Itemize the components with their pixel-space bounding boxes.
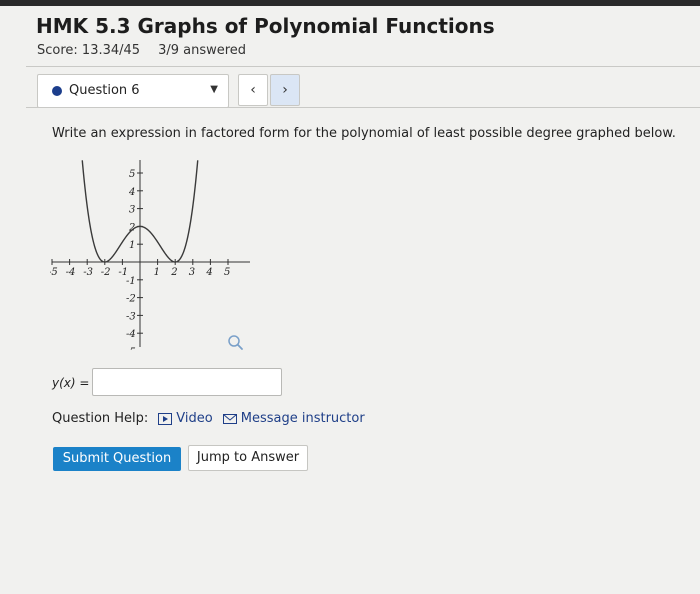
top-bar (0, 0, 700, 6)
divider (26, 66, 700, 67)
video-link-label: Video (176, 411, 213, 426)
divider (26, 107, 700, 108)
question-selector-label: Question 6 (69, 83, 140, 98)
submit-question-button[interactable]: Submit Question (53, 447, 181, 471)
y-tick-label: -1 (126, 276, 136, 287)
message-instructor-label: Message instructor (240, 411, 365, 426)
x-tick-label: -2 (101, 267, 111, 278)
score-line: Score: 13.34/45 3/9 answered (37, 43, 246, 58)
envelope-icon (222, 413, 237, 424)
page-title: HMK 5.3 Graphs of Polynomial Functions (36, 14, 495, 38)
question-help-label: Question Help: (52, 411, 149, 426)
score-text: Score: 13.34/45 (37, 43, 141, 58)
previous-question-button[interactable]: ‹ (238, 74, 268, 106)
x-tick-label: -5 (50, 267, 58, 278)
chevron-left-icon: ‹ (250, 82, 256, 98)
y-tick-label: -3 (126, 311, 136, 322)
x-tick-label: -3 (83, 267, 93, 278)
answered-count: 3/9 answered (158, 43, 247, 58)
question-text: Write an expression in factored form for… (52, 126, 676, 141)
question-status-dot (52, 86, 62, 96)
answer-input[interactable] (92, 368, 282, 396)
x-tick-label: 5 (224, 267, 230, 278)
chevron-right-icon: › (282, 82, 288, 98)
next-question-button[interactable]: › (270, 74, 300, 106)
polynomial-graph: -5-4-3-2-112345 54321-1-2-3-4-5 (50, 160, 250, 350)
y-tick-label: 1 (129, 240, 135, 251)
x-tick-label: 4 (205, 267, 212, 278)
y-tick-label: -5 (126, 347, 136, 350)
y-tick-label: 5 (129, 169, 135, 180)
message-instructor-link[interactable]: Message instructor (222, 411, 365, 426)
x-tick-label: -4 (66, 267, 76, 278)
video-link[interactable]: Video (158, 411, 213, 426)
x-tick-label: 2 (170, 267, 177, 278)
question-help: Question Help: Video Message instructor (52, 411, 365, 426)
magnifier-icon[interactable] (227, 334, 245, 352)
x-tick-label: 1 (154, 267, 160, 278)
x-tick-label: 3 (189, 267, 195, 278)
y-tick-label: 4 (128, 187, 135, 198)
y-tick-label: 3 (129, 205, 135, 216)
jump-to-answer-button[interactable]: Jump to Answer (188, 445, 308, 471)
graph-axes (52, 160, 250, 347)
y-tick-label: -4 (126, 329, 136, 340)
answer-label: y(x) = (52, 376, 90, 390)
caret-down-icon: ▼ (210, 84, 218, 95)
video-icon (158, 412, 173, 425)
question-selector[interactable]: Question 6 ▼ (37, 74, 229, 108)
y-tick-label: -2 (126, 294, 136, 305)
